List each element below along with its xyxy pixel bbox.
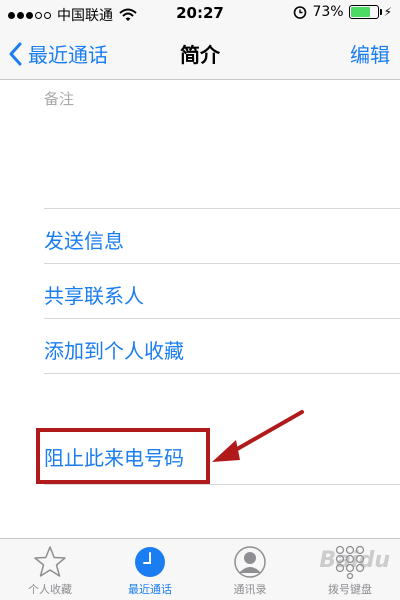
battery-icon xyxy=(348,5,382,19)
contacts-icon xyxy=(234,546,266,578)
alarm-icon xyxy=(294,6,307,19)
tab-label: 最近通话 xyxy=(128,583,172,596)
star-icon xyxy=(34,546,66,577)
divider xyxy=(44,484,400,485)
watermark: Baidu xyxy=(319,548,390,573)
tab-favorites[interactable]: 个人收藏 xyxy=(0,539,100,600)
notes-field[interactable]: 备注 xyxy=(0,80,400,208)
status-right: 73% ⚡ xyxy=(293,4,392,20)
page-title: 简介 xyxy=(180,43,220,67)
tab-label: 个人收藏 xyxy=(28,583,72,596)
annotation-highlight-box xyxy=(36,428,210,484)
status-bar: 中国联通 20:27 73% ⚡ xyxy=(0,0,400,26)
battery-percent: 73% xyxy=(312,4,344,20)
clock-icon xyxy=(135,547,165,577)
battery-fill xyxy=(350,7,370,17)
divider xyxy=(44,373,400,374)
send-message-button[interactable]: 发送信息 xyxy=(44,225,124,254)
share-contact-button[interactable]: 共享联系人 xyxy=(44,280,144,309)
divider xyxy=(44,263,400,264)
divider xyxy=(44,318,400,319)
tab-label: 拨号键盘 xyxy=(328,583,372,596)
tab-contacts[interactable]: 通讯录 xyxy=(200,539,300,600)
charging-icon: ⚡ xyxy=(383,5,392,19)
tab-recents[interactable]: 最近通话 xyxy=(100,539,200,600)
divider xyxy=(44,208,400,209)
add-to-favorites-button[interactable]: 添加到个人收藏 xyxy=(44,335,184,364)
nav-bar: 最近通话 简介 编辑 xyxy=(0,26,400,80)
notes-label: 备注 xyxy=(44,90,75,108)
edit-button[interactable]: 编辑 xyxy=(350,39,390,68)
tab-label: 通讯录 xyxy=(233,583,267,596)
